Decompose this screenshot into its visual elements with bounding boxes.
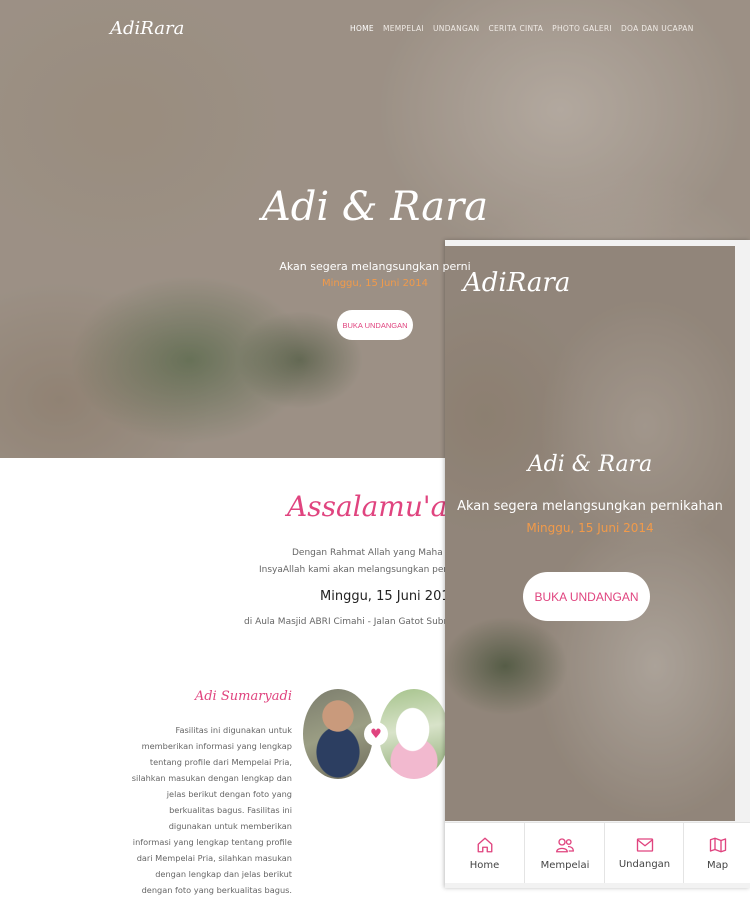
mobile-open-invitation-button[interactable]: BUKA UNDANGAN — [523, 572, 650, 621]
tab-undangan[interactable]: Undangan — [604, 823, 684, 883]
hero-date: Minggu, 15 Juni 2014 — [321, 278, 429, 289]
open-invitation-button[interactable]: BUKA UNDANGAN — [337, 310, 413, 340]
groom-description: Fasilitas ini digunakan untuk memberikan… — [131, 725, 292, 895]
mobile-logo[interactable]: AdiRara — [463, 268, 570, 298]
nav-item-doa-dan-ucapan[interactable]: DOA DAN UCAPAN — [621, 24, 694, 33]
mobile-date: Minggu, 15 Juni 2014 — [526, 521, 654, 535]
tab-map-label: Map — [706, 859, 729, 871]
tab-home-label: Home — [469, 859, 500, 871]
users-icon — [556, 837, 574, 852]
mobile-bottom-nav: Home Mempelai Undangan Map — [445, 822, 750, 883]
hero-title: Adi & Rara — [261, 184, 489, 230]
envelope-icon — [636, 837, 653, 852]
groom-photo — [303, 689, 373, 779]
mobile-preview: AdiRara Adi & Rara Akan segera melangsun… — [445, 240, 750, 888]
invitation-line-1: Dengan Rahmat Allah yang Maha K — [292, 548, 452, 558]
mobile-subtitle: Akan segera melangsungkan pernikahan — [457, 499, 723, 514]
heart-icon: ♥ — [364, 722, 388, 746]
nav-item-cerita-cinta[interactable]: CERITA CINTA — [488, 24, 543, 33]
bride-photo — [379, 689, 449, 779]
home-icon — [477, 837, 492, 852]
site-logo[interactable]: AdiRara — [110, 18, 184, 39]
tab-map[interactable]: Map — [683, 823, 750, 883]
hero-subtitle: Akan segera melangsungkan perni — [279, 260, 471, 273]
nav-item-undangan[interactable]: UNDANGAN — [433, 24, 479, 33]
map-icon — [709, 837, 726, 852]
mobile-hero: AdiRara Adi & Rara Akan segera melangsun… — [445, 246, 735, 821]
nav-item-photo-galeri[interactable]: PHOTO GALERI — [552, 24, 612, 33]
tab-mempelai-label: Mempelai — [540, 859, 590, 871]
main-nav: HOME MEMPELAI UNDANGAN CERITA CINTA PHOT… — [350, 24, 694, 33]
tab-home[interactable]: Home — [445, 823, 524, 883]
mobile-title: Adi & Rara — [527, 452, 653, 477]
tab-mempelai[interactable]: Mempelai — [524, 823, 605, 883]
invitation-line-2: InsyaAllah kami akan melangsungkan pern — [259, 565, 453, 575]
invitation-date: Minggu, 15 Juni 2014 — [320, 589, 458, 604]
tab-undangan-label: Undangan — [618, 858, 671, 870]
groom-name: Adi Sumaryadi — [194, 689, 292, 704]
invitation-venue: di Aula Masjid ABRI Cimahi - Jalan Gatot… — [244, 617, 448, 627]
nav-item-home[interactable]: HOME — [350, 24, 374, 33]
nav-item-mempelai[interactable]: MEMPELAI — [383, 24, 424, 33]
